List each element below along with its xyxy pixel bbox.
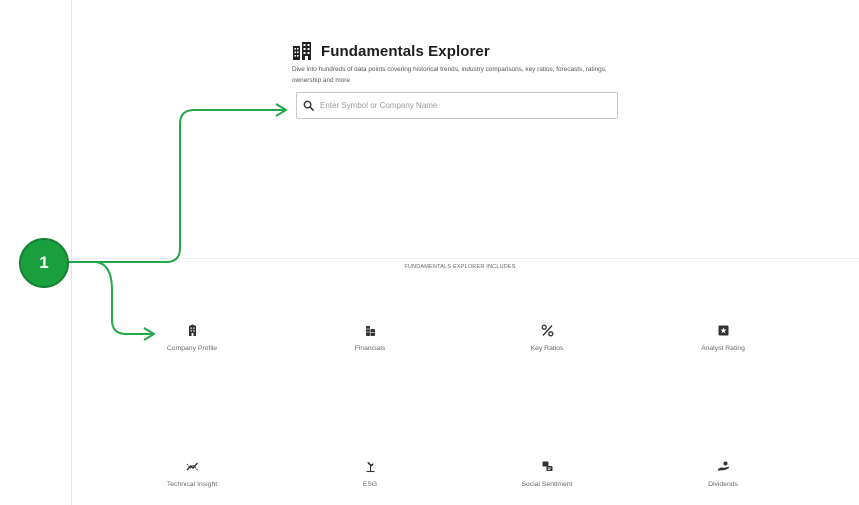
hand-coin-icon xyxy=(717,461,729,471)
feature-dividends[interactable]: Dividends xyxy=(663,460,783,488)
feature-label: Company Profile xyxy=(166,345,218,352)
feature-label: Analyst Rating xyxy=(701,345,745,352)
feature-label: Financials xyxy=(354,345,386,352)
building-icon xyxy=(188,324,196,336)
coins-icon xyxy=(365,326,375,336)
header: Fundamentals Explorer Dive into hundreds… xyxy=(292,40,632,86)
trend-line-icon xyxy=(185,462,198,471)
plant-icon xyxy=(366,462,374,473)
left-border xyxy=(71,0,72,505)
feature-label: Technical Insight xyxy=(166,481,218,488)
feature-label: ESG xyxy=(362,481,378,488)
search-input[interactable] xyxy=(320,101,610,110)
title-row: Fundamentals Explorer xyxy=(292,40,632,62)
feature-analyst-rating[interactable]: Analyst Rating xyxy=(663,324,783,352)
feature-esg[interactable]: ESG xyxy=(310,460,430,488)
star-square-icon xyxy=(718,325,728,336)
step-callout: 1 xyxy=(19,238,69,288)
page-subtitle: Dive into hundreds of data points coveri… xyxy=(292,66,607,84)
arrow-to-search xyxy=(66,109,284,263)
feature-label: Social Sentiment xyxy=(521,481,573,488)
feature-social-sentiment[interactable]: Social Sentiment xyxy=(487,460,607,488)
search-box[interactable] xyxy=(296,92,618,119)
percent-icon xyxy=(541,324,553,337)
arrow-head-search xyxy=(275,103,287,117)
feature-label: Key Ratios xyxy=(530,345,564,352)
page-title: Fundamentals Explorer xyxy=(321,42,490,60)
search-icon xyxy=(303,100,314,111)
chat-icon xyxy=(542,461,552,471)
section-divider xyxy=(72,258,859,259)
fundamentals-explorer-page: Fundamentals Explorer Dive into hundreds… xyxy=(0,0,859,505)
feature-key-ratios[interactable]: Key Ratios xyxy=(487,324,607,352)
feature-technical-insight[interactable]: Technical Insight xyxy=(132,460,252,488)
buildings-icon xyxy=(293,42,311,60)
feature-company-profile[interactable]: Company Profile xyxy=(132,324,252,352)
includes-heading: FUNDAMENTALS EXPLORER INCLUDES xyxy=(404,264,516,270)
feature-label: Dividends xyxy=(708,481,738,488)
feature-financials[interactable]: Financials xyxy=(310,324,430,352)
